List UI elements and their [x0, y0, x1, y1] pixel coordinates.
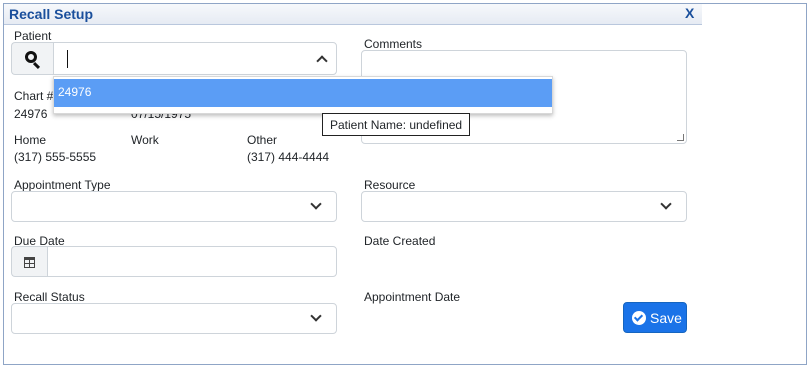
resize-handle[interactable]: [677, 134, 684, 141]
calendar-icon: [24, 257, 35, 268]
appointment-type-select[interactable]: [11, 191, 337, 222]
patient-name-tooltip: Patient Name: undefined: [322, 113, 471, 136]
resource-label: Resource: [364, 178, 416, 192]
autocomplete-option[interactable]: 24976: [54, 79, 552, 107]
save-button-label: Save: [650, 310, 682, 326]
recall-status-select[interactable]: [11, 303, 337, 334]
check-circle-icon: [632, 311, 646, 325]
chevron-down-icon: [310, 310, 322, 322]
date-created-label: Date Created: [364, 234, 436, 248]
dialog-title: Recall Setup: [9, 6, 94, 22]
chevron-down-icon: [660, 198, 672, 210]
chevron-down-icon: [310, 198, 322, 210]
appointment-date-label: Appointment Date: [364, 290, 461, 304]
home-phone-value: (317) 555-5555: [14, 150, 97, 164]
close-icon[interactable]: X: [685, 5, 694, 21]
work-phone-label: Work: [131, 133, 159, 147]
due-date-input[interactable]: [47, 246, 337, 277]
other-phone-value: (317) 444-4444: [247, 150, 330, 164]
resource-select[interactable]: [361, 191, 687, 222]
chart-value: 24976: [14, 107, 48, 121]
chart-label: Chart #: [14, 89, 54, 103]
save-button[interactable]: Save: [623, 302, 687, 333]
patient-label: Patient: [14, 29, 52, 43]
text-caret: [67, 50, 68, 68]
calendar-button[interactable]: [11, 246, 47, 277]
comments-label: Comments: [364, 37, 423, 51]
appointment-type-label: Appointment Type: [14, 178, 111, 192]
patient-search-button[interactable]: [11, 42, 53, 75]
search-icon-handle: [32, 61, 41, 70]
patient-autocomplete-dropdown: 24976: [53, 76, 553, 114]
chevron-up-icon[interactable]: [316, 55, 328, 67]
other-phone-label: Other: [247, 133, 278, 147]
patient-input[interactable]: [53, 42, 337, 75]
recall-status-label: Recall Status: [14, 290, 85, 304]
home-phone-label: Home: [14, 133, 47, 147]
title-bar: Recall Setup X: [4, 4, 702, 25]
